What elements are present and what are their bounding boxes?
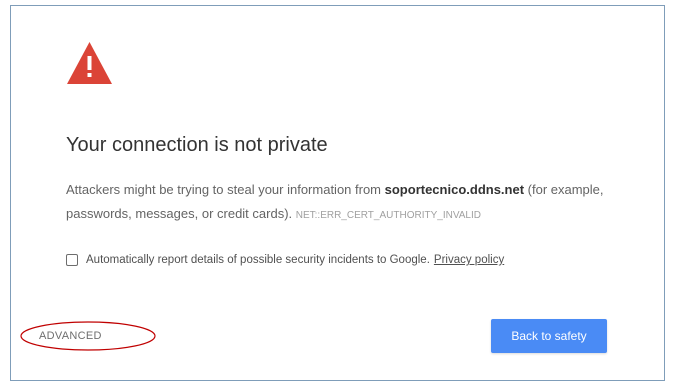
- site-hostname: soportecnico.ddns.net: [384, 182, 525, 197]
- error-code[interactable]: NET::ERR_CERT_AUTHORITY_INVALID: [296, 210, 481, 221]
- interstitial-frame: Your connection is not private Attackers…: [10, 5, 665, 381]
- report-option: Automatically report details of possible…: [66, 254, 504, 266]
- privacy-policy-link[interactable]: Privacy policy: [434, 254, 504, 266]
- advanced-link[interactable]: ADVANCED: [39, 330, 102, 342]
- warning-description: Attackers might be trying to steal your …: [66, 178, 606, 228]
- warning-triangle-icon: [67, 42, 112, 84]
- description-prefix: Attackers might be trying to steal your …: [66, 182, 385, 197]
- report-label[interactable]: Automatically report details of possible…: [86, 254, 430, 266]
- report-checkbox[interactable]: [66, 254, 78, 266]
- page-title: Your connection is not private: [66, 134, 328, 156]
- back-to-safety-button[interactable]: Back to safety: [491, 319, 607, 353]
